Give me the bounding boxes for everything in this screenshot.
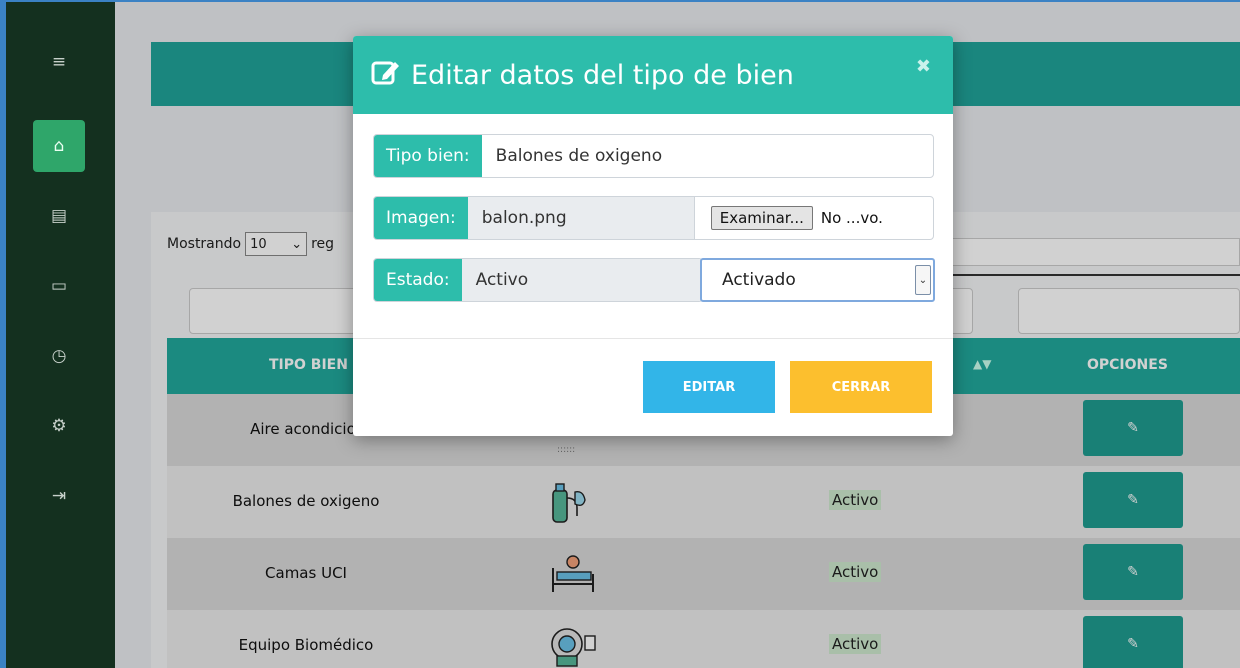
imagen-group: Imagen: balon.png Examinar... No ...vo. [373,196,934,240]
file-status: No ...vo. [820,209,883,227]
edit-modal: Editar datos del tipo de bien ✖ Tipo bie… [353,36,953,436]
estado-group: Estado: Activo [373,258,703,302]
gear-icon[interactable]: ⚙ [33,400,85,452]
tipo-bien-group: Tipo bien: Balones de oxigeno [373,134,934,178]
modal-title-text: Editar datos del tipo de bien [411,60,794,91]
logout-icon[interactable]: ⇥ [33,470,85,522]
edit-button[interactable]: EDITAR [643,361,775,413]
folder-icon[interactable]: ▭ [33,260,85,312]
estado-label: Estado: [374,259,462,301]
browse-button[interactable]: Examinar... [710,206,813,230]
modal-title: Editar datos del tipo de bien [371,58,794,93]
menu-icon[interactable]: ≡ [33,36,85,88]
estado-select[interactable]: Activado ⌄ [700,258,935,302]
modal-footer-divider [353,338,953,339]
chevron-down-icon: ⌄ [915,265,931,295]
edit-icon [371,58,401,93]
document-icon[interactable]: ▤ [33,190,85,242]
tipo-bien-label: Tipo bien: [374,135,482,177]
home-icon[interactable]: ⌂ [33,120,85,172]
close-icon[interactable]: ✖ [916,56,931,77]
imagen-label: Imagen: [374,197,468,239]
sidebar: ≡ ⌂ ▤ ▭ ◷ ⚙ ⇥ [6,2,115,668]
file-input[interactable]: Examinar... No ...vo. [693,197,883,239]
modal-header: Editar datos del tipo de bien ✖ [353,36,953,114]
tipo-bien-input[interactable]: Balones de oxigeno [482,135,676,177]
imagen-current-value: balon.png [467,197,694,239]
close-button[interactable]: CERRAR [790,361,932,413]
estado-select-value: Activado [722,270,796,290]
estado-current-value: Activo [461,259,702,301]
clock-icon[interactable]: ◷ [33,330,85,382]
